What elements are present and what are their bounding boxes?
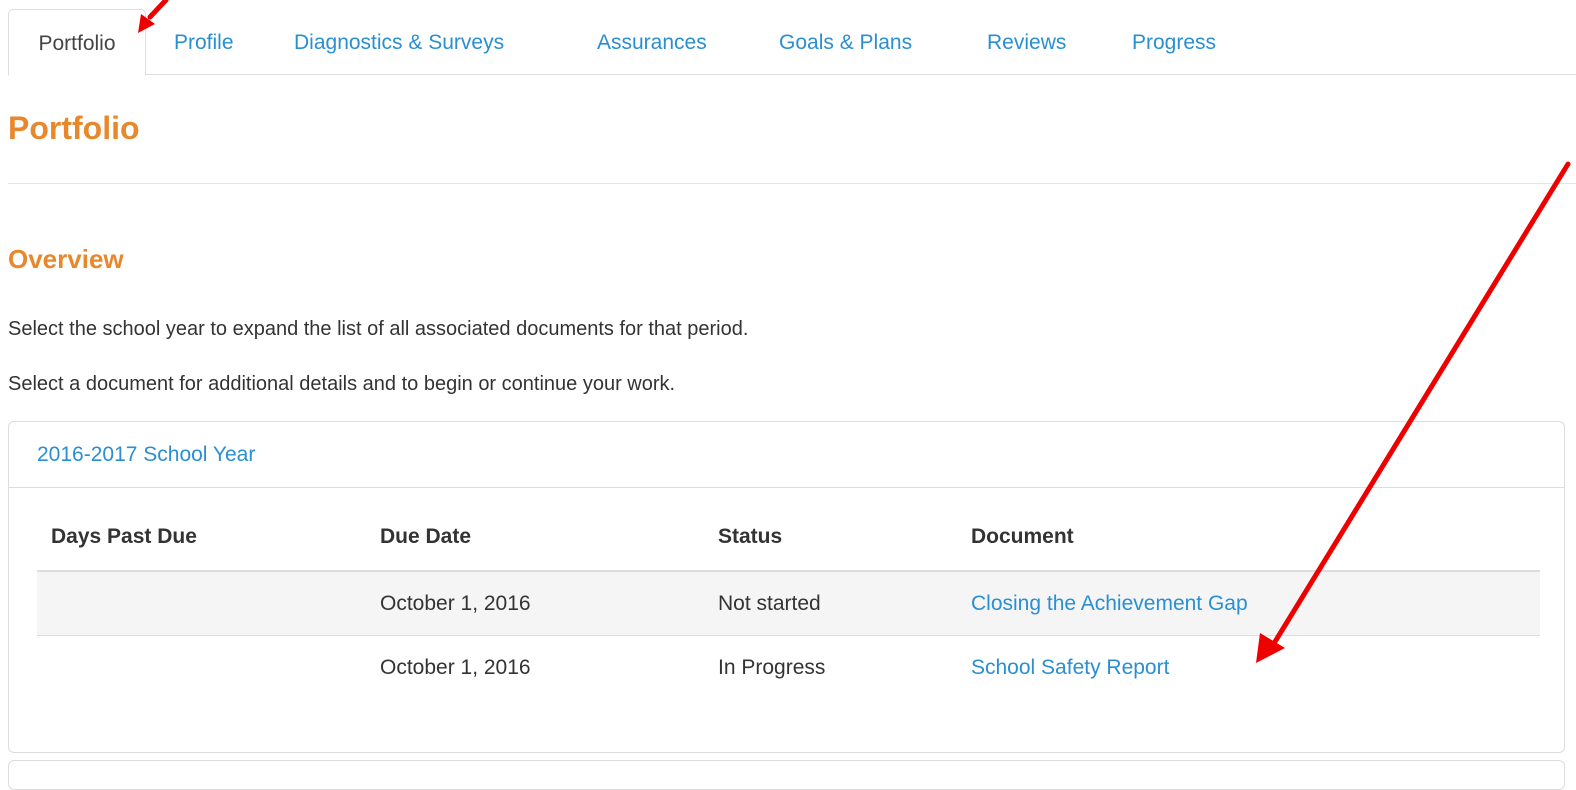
instruction-text-2: Select a document for additional details…	[8, 373, 676, 395]
status-cell: Not started	[718, 592, 821, 615]
instruction-text-1: Select the school year to expand the lis…	[8, 318, 749, 340]
tab-assurances[interactable]: Assurances	[597, 9, 707, 75]
tab-bar: Portfolio Profile Diagnostics & Surveys …	[8, 9, 1576, 76]
column-header-due-date: Due Date	[380, 525, 472, 548]
document-link[interactable]: School Safety Report	[971, 656, 1169, 680]
page-title: Portfolio	[8, 110, 140, 146]
table-row: October 1, 2016 In Progress School Safet…	[37, 636, 1540, 702]
school-year-panel-heading: 2016-2017 School Year	[9, 422, 1564, 488]
table-row: October 1, 2016 Not started Closing the …	[37, 570, 1540, 636]
column-header-days-past-due: Days Past Due	[51, 525, 197, 548]
tab-diagnostics-surveys[interactable]: Diagnostics & Surveys	[294, 9, 504, 75]
document-link[interactable]: Closing the Achievement Gap	[971, 592, 1248, 616]
column-header-document: Document	[971, 525, 1074, 548]
school-year-toggle-link[interactable]: 2016-2017 School Year	[37, 443, 255, 467]
school-year-panel: 2016-2017 School Year Days Past Due Due …	[8, 421, 1565, 753]
tab-reviews[interactable]: Reviews	[987, 9, 1066, 75]
column-header-status: Status	[718, 525, 783, 548]
tab-profile[interactable]: Profile	[174, 9, 234, 75]
tab-goals-plans[interactable]: Goals & Plans	[779, 9, 912, 75]
tab-progress[interactable]: Progress	[1132, 9, 1216, 75]
heading-divider	[8, 183, 1576, 184]
next-school-year-panel[interactable]	[8, 760, 1565, 790]
due-date-cell: October 1, 2016	[380, 656, 531, 679]
overview-heading: Overview	[8, 244, 124, 274]
status-cell: In Progress	[718, 656, 826, 679]
due-date-cell: October 1, 2016	[380, 592, 531, 615]
tab-portfolio[interactable]: Portfolio	[8, 9, 146, 76]
